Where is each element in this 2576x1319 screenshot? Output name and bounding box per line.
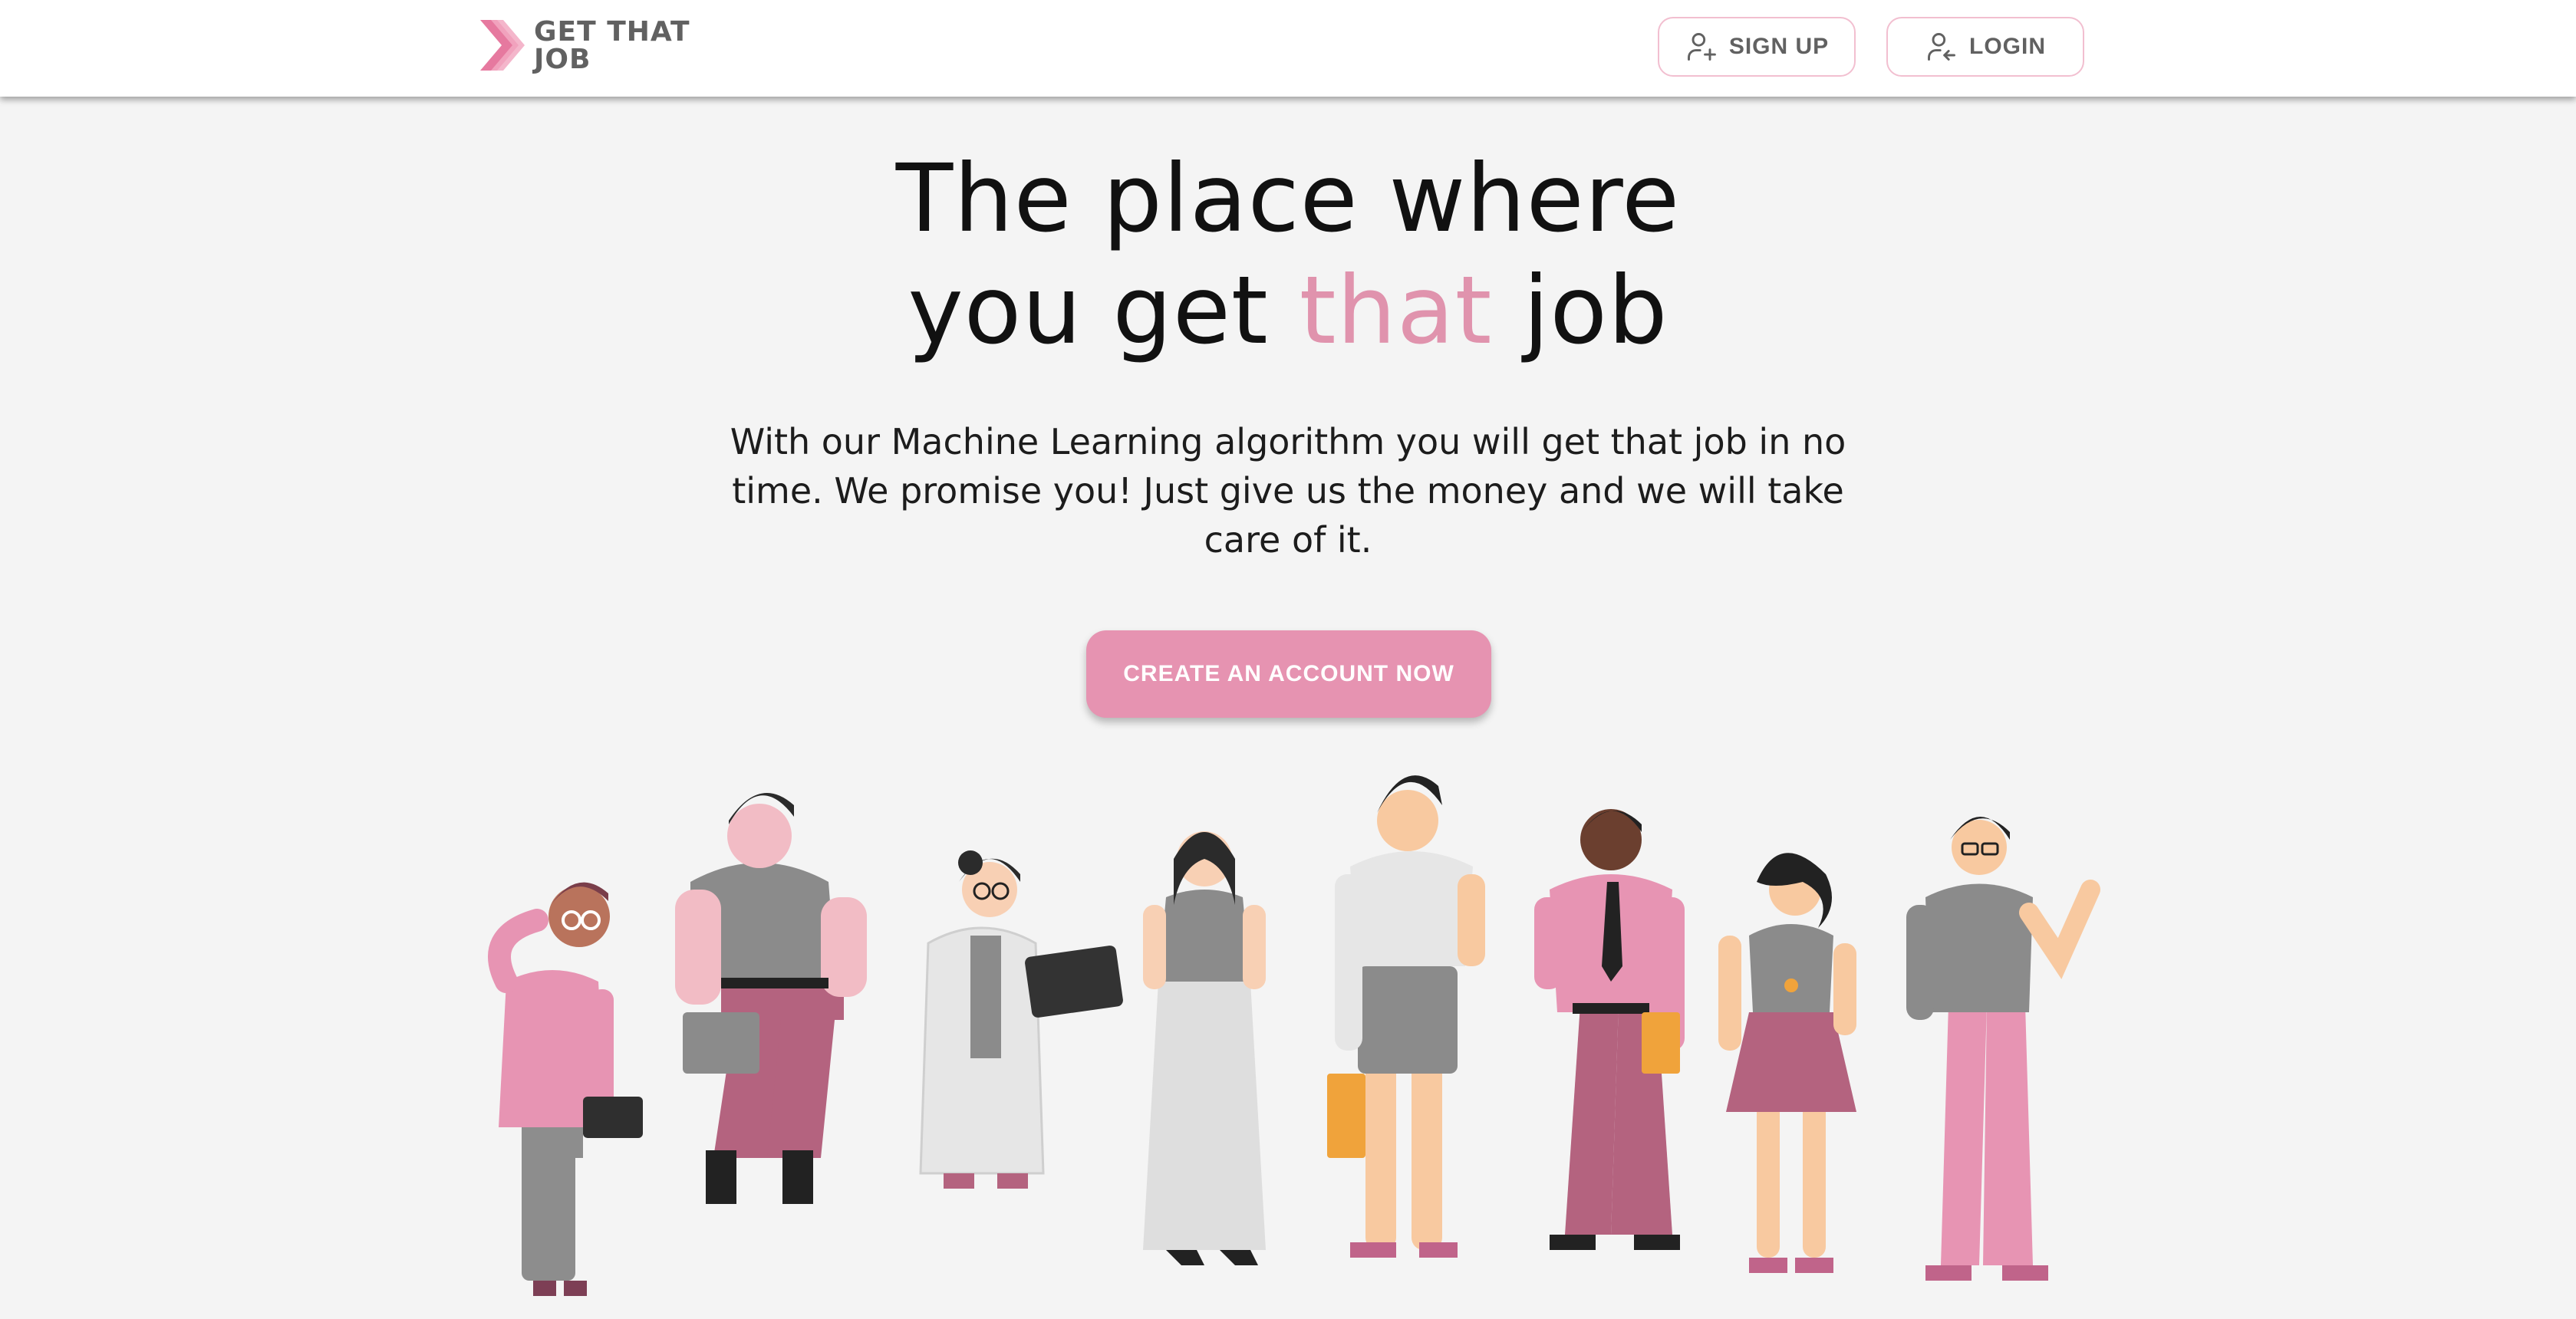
hero-title-line2-start: you get	[908, 256, 1269, 365]
logo[interactable]: GET THAT JOB	[480, 15, 695, 77]
hero-subtitle: With our Machine Learning algorithm you …	[730, 421, 1846, 561]
hero-title-line2-end: job	[1523, 256, 1668, 365]
person-illustration	[1534, 809, 1685, 1250]
user-plus-icon	[1687, 33, 1716, 61]
hero-title-line1: The place where	[895, 144, 1681, 253]
person-illustration	[1718, 853, 1856, 1273]
person-illustration	[675, 793, 867, 1204]
login-button[interactable]: LOGIN	[1886, 17, 2084, 77]
signup-label: SIGN UP	[1728, 34, 1830, 59]
person-illustration	[1327, 775, 1485, 1258]
hero-title-accent: that	[1299, 256, 1493, 365]
logo-text: GET THAT JOB	[534, 16, 690, 75]
person-illustration	[488, 882, 643, 1296]
user-login-icon	[1928, 33, 1955, 61]
chevron-logo-icon	[480, 20, 525, 71]
person-illustration	[919, 850, 1123, 1189]
people-illustration	[488, 775, 2100, 1296]
hero-title: The place where you get that job	[0, 143, 2576, 367]
person-illustration	[1906, 817, 2100, 1281]
top-navbar: GET THAT JOB SIGN UP LOGIN	[0, 0, 2576, 97]
signup-button[interactable]: SIGN UP	[1658, 17, 1856, 77]
login-label: LOGIN	[1969, 34, 2046, 59]
create-account-button[interactable]: CREATE AN ACCOUNT NOW	[1086, 630, 1491, 718]
person-illustration	[1143, 831, 1266, 1265]
